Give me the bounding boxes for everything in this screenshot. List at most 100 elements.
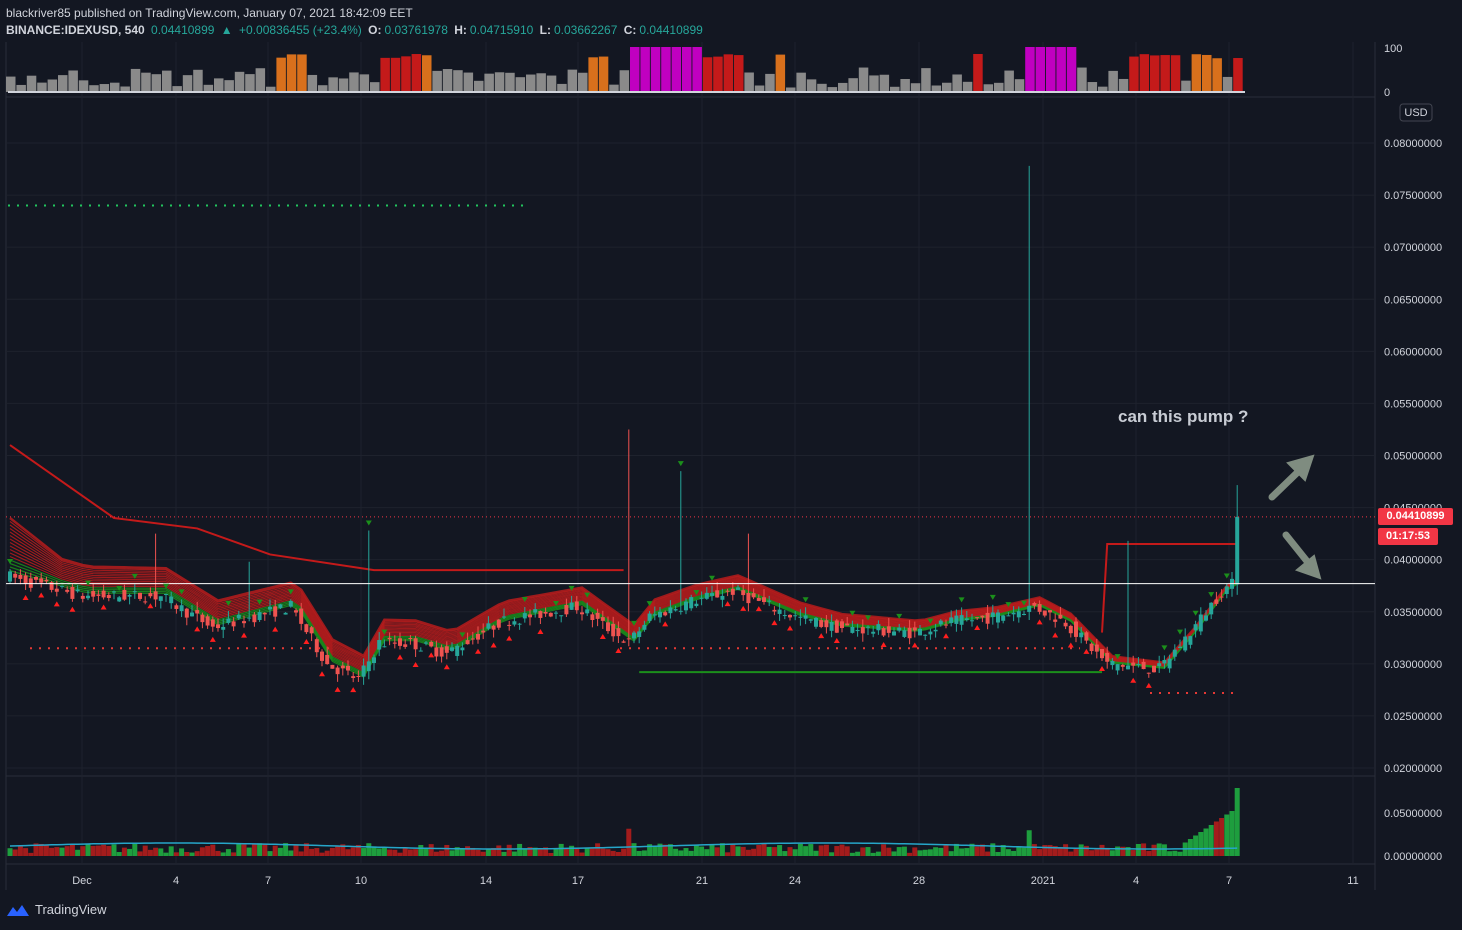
volume-bar-120 [631,843,637,856]
top-bar-110 [578,72,588,92]
sell-marker-9 [53,601,60,607]
candle-body-123 [647,613,652,621]
candle-body-117 [616,628,621,637]
volume-bar-33 [179,848,185,856]
top-bar-72 [380,57,390,92]
volume-bar-36 [194,851,200,856]
candle-body-96 [507,624,512,626]
volume-bar-31 [168,846,174,856]
volume-bar-199 [1042,845,1048,856]
candle-body-195 [1022,613,1026,616]
candle-body-128 [673,609,678,611]
volume-bar-176 [922,849,928,856]
time-tick-4: 14 [480,875,492,887]
candle-body-136 [715,590,720,598]
sell-marker-27 [147,603,154,609]
volume-bar-128 [673,848,679,856]
candle-body-146 [767,600,772,602]
candle-body-26 [143,601,148,603]
volume-bar-168 [881,844,887,856]
volume-bar-132 [693,845,699,856]
volume-bar-41 [220,852,226,856]
candle-body-72 [382,646,387,648]
top-bar-180 [942,82,952,92]
buy-marker-69 [365,520,372,526]
volume-bar-96 [506,844,512,856]
sell-marker-141 [740,605,747,611]
volume-bar-26 [142,845,148,856]
top-bar-70 [370,82,380,92]
currency-badge[interactable]: USD [1404,107,1427,119]
candle-body-35 [190,612,194,617]
volume-bar-145 [761,843,767,856]
sell-marker-138 [724,601,731,607]
candle-body-90 [476,633,480,640]
candle-body-41 [221,626,226,630]
volume-bar-213 [1115,846,1121,856]
candle-body-227 [1188,636,1193,645]
volume-bar-74 [392,849,398,856]
buy-marker-228 [1192,610,1199,616]
volume-bar-60 [319,852,325,856]
tradingview-footer[interactable]: TradingView [6,902,107,917]
sell-marker-219 [1145,682,1152,688]
sell-marker-114 [599,633,606,639]
volume-bar-18 [101,844,107,856]
top-bar-86 [453,70,463,92]
candle-body-105 [554,612,558,614]
volume-bar-197 [1031,844,1037,856]
candle-body-33 [179,605,184,612]
volume-bar-144 [756,844,762,856]
top-bar-186 [973,53,983,92]
candle-body-166 [871,631,876,634]
top-bar-44 [234,71,245,92]
time-axis[interactable]: Dec 4 7 10 14 17 21 24 28 2021 4 7 11 [72,875,1358,887]
candle-body-144 [756,597,761,601]
volume-bar-10 [59,847,65,856]
candle-body-156 [819,620,824,627]
volume-bar-3 [23,848,29,856]
volume-bar-81 [428,844,434,856]
top-bar-230 [1202,54,1212,92]
candle-body-48 [257,612,262,620]
candle-body-61 [325,654,330,665]
volume-bar-141 [740,846,746,856]
top-bar-90 [474,80,484,92]
volume-bar-88 [465,846,471,856]
top-bar-214 [1118,78,1129,92]
candle-body-151 [793,615,798,617]
buy-marker-153 [802,597,809,603]
volume-bar-48 [257,843,263,856]
top-bar-140 [734,55,744,92]
sell-marker-93 [490,642,497,648]
top-bar-194 [1014,79,1025,92]
candle-body-137 [720,595,725,600]
candle-body-192 [1006,615,1011,617]
volume-bar-118 [621,848,627,856]
volume-bar-119 [626,828,632,856]
sell-marker-84 [443,664,450,670]
candle-body-168 [881,628,886,636]
candle-body-36 [195,610,200,614]
volume-bar-76 [402,848,408,856]
sell-marker-81 [428,652,435,658]
candle-body-54 [288,600,293,607]
price-axis[interactable]: 0.02000000 0.02500000 0.03000000 0.03500000… [1384,138,1442,775]
candle-body-152 [798,616,803,618]
volume-bar-223 [1167,851,1173,856]
volume-bar-50 [267,851,273,856]
candle-body-188 [985,612,990,624]
candle-body-204 [1068,625,1073,634]
top-bar-80 [422,55,432,92]
candle-body-21 [117,597,122,602]
volume-bar-160 [839,844,845,856]
volume-bar-171 [896,847,902,856]
candle-body-56 [299,608,304,624]
candle-body-40 [216,624,220,629]
price-chart[interactable]: 100 0 0.02000000 0.02500000 0.03000000 0.03… [0,0,1462,900]
top-bar-76 [401,56,411,92]
top-bar-2 [16,84,26,92]
candle-body-189 [990,612,995,618]
volume-bar-224 [1172,850,1178,856]
candle-body-18 [101,590,106,598]
